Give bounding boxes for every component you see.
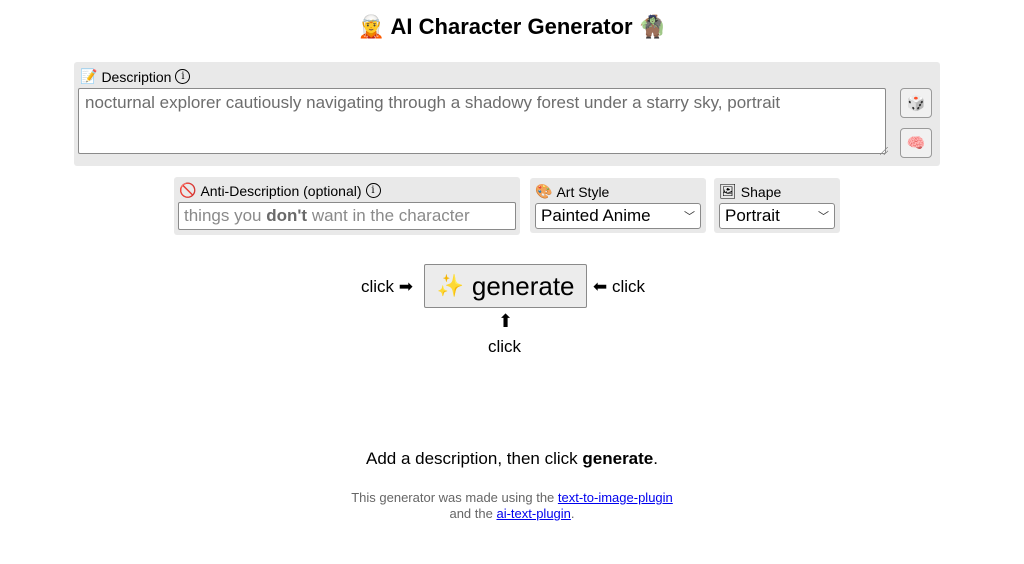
elf-icon: 🧝 [357,14,386,39]
credits-text-3: . [570,506,575,521]
prohibited-icon: 🚫 [179,182,197,198]
anti-description-panel: 🚫 Anti-Description (optional) i things y… [174,177,520,235]
shape-label-text: Shape [740,183,782,200]
anti-description-input[interactable]: things you don't want in the character [178,202,516,230]
resize-handle[interactable] [880,147,888,155]
page-title-text: AI Character Generator [390,14,633,39]
chevron-down-icon: ﹀ [818,211,829,223]
credits-line-2: and the ai-text-plugin. [0,506,1024,522]
anti-description-label: 🚫 Anti-Description (optional) i [179,182,381,199]
generate-button-label: generate [471,270,575,301]
art-style-panel: 🎨 Art Style Painted Anime ﹀ [530,178,706,233]
random-description-button[interactable]: 🎲 [900,88,932,118]
shape-panel: 🖼 Shape Portrait ﹀ [714,178,840,233]
ai-text-plugin-link[interactable]: ai-text-plugin [496,506,570,521]
credits: This generator was made using the text-t… [0,490,1024,522]
troll-icon: 🧌 [638,14,667,39]
placeholder-bold: don't [266,206,308,225]
shape-label: 🖼 Shape [719,183,781,200]
memo-icon: 📝 [80,68,98,84]
framed-picture-icon: 🖼 [719,183,737,199]
page-title: 🧝 AI Character Generator 🧌 [0,14,1024,40]
dice-icon: 🎲 [906,95,926,112]
art-style-label-text: Art Style [556,183,610,200]
ai-description-button[interactable]: 🧠 [900,128,932,158]
info-icon[interactable]: i [365,183,381,198]
text-to-image-plugin-link[interactable]: text-to-image-plugin [558,490,673,505]
up-arrow-icon: ⬆ [498,311,514,331]
status-text-pre: Add a description, then click [365,449,583,468]
generate-button[interactable]: ✨ generate [424,264,587,308]
shape-selected: Portrait [725,206,780,225]
click-hint-right: ⬅ click [593,277,646,296]
info-icon[interactable]: i [175,69,191,84]
click-hint-below: click [488,337,522,356]
description-panel: 📝 Description i nocturnal explorer cauti… [74,62,940,166]
chevron-down-icon: ﹀ [684,211,695,223]
brain-icon: 🧠 [906,135,926,152]
description-label-text: Description [101,68,172,85]
description-label: 📝 Description i [80,68,191,85]
status-text-bold: generate [582,449,654,468]
sparkles-icon: ✨ [436,273,464,298]
art-style-selected: Painted Anime [541,206,651,225]
anti-description-label-text: Anti-Description (optional) [200,182,362,199]
placeholder-pre: things you [184,206,267,225]
status-message: Add a description, then click generate. [0,449,1024,469]
status-text-post: . [653,449,658,468]
credits-line-1: This generator was made using the text-t… [0,490,1024,506]
art-style-select[interactable]: Painted Anime ﹀ [535,203,701,229]
description-textarea[interactable]: nocturnal explorer cautiously navigating… [78,88,886,154]
art-style-label: 🎨 Art Style [535,183,609,200]
credits-text-1: This generator was made using the [351,490,558,505]
placeholder-post: want in the character [307,206,470,225]
palette-icon: 🎨 [535,183,553,199]
click-hint-left: click ➡ [361,277,414,296]
credits-text-2: and the [449,506,497,521]
shape-select[interactable]: Portrait ﹀ [719,203,835,229]
